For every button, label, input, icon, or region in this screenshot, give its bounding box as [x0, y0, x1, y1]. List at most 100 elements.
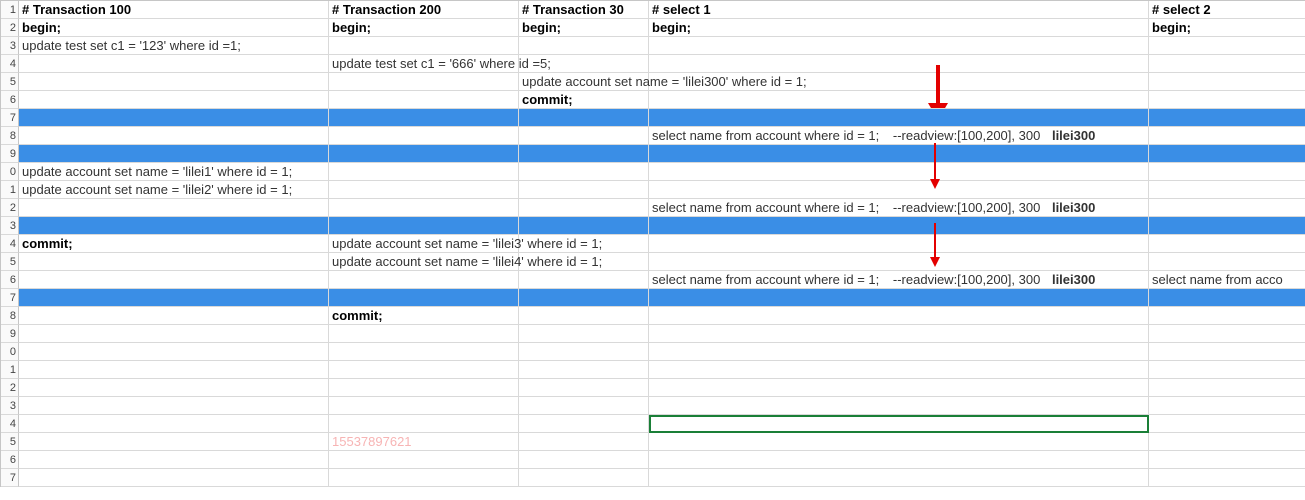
cell[interactable]	[19, 271, 329, 289]
cell[interactable]	[519, 163, 649, 181]
cell[interactable]	[1149, 163, 1305, 181]
cell[interactable]	[649, 91, 1149, 109]
cell[interactable]	[329, 361, 519, 379]
cell[interactable]	[519, 325, 649, 343]
cell[interactable]	[1149, 379, 1305, 397]
cell[interactable]	[19, 55, 329, 73]
cell[interactable]: begin;	[649, 19, 1149, 37]
cell[interactable]: select name from account where id = 1; -…	[649, 271, 1149, 289]
cell[interactable]	[519, 451, 649, 469]
cell[interactable]: update account set name = 'lilei1' where…	[19, 163, 329, 181]
cell[interactable]	[1149, 325, 1305, 343]
cell[interactable]	[329, 469, 519, 487]
cell-highlight[interactable]	[19, 289, 329, 307]
cell[interactable]	[649, 379, 1149, 397]
cell[interactable]	[649, 325, 1149, 343]
cell[interactable]	[19, 415, 329, 433]
cell[interactable]: commit;	[329, 307, 519, 325]
cell[interactable]: select name from acco	[1149, 271, 1305, 289]
cell[interactable]	[519, 361, 649, 379]
cell[interactable]	[649, 469, 1149, 487]
cell[interactable]	[519, 235, 649, 253]
cell[interactable]	[649, 451, 1149, 469]
cell-highlight[interactable]	[1149, 217, 1305, 235]
cell[interactable]	[329, 415, 519, 433]
cell[interactable]: begin;	[19, 19, 329, 37]
cell[interactable]: update account set name = 'lilei2' where…	[19, 181, 329, 199]
cell[interactable]	[1149, 127, 1305, 145]
cell-highlight[interactable]	[19, 217, 329, 235]
cell[interactable]: commit;	[19, 235, 329, 253]
cell[interactable]	[519, 307, 649, 325]
cell[interactable]	[649, 253, 1149, 271]
cell[interactable]: update test set c1 = '666' where id =5;	[329, 55, 519, 73]
cell[interactable]	[1149, 343, 1305, 361]
cell-highlight[interactable]	[649, 217, 1149, 235]
cell[interactable]	[519, 199, 649, 217]
cell[interactable]	[329, 379, 519, 397]
cell[interactable]	[1149, 307, 1305, 325]
cell[interactable]	[519, 343, 649, 361]
cell-highlight[interactable]	[329, 145, 519, 163]
cell-highlight[interactable]	[649, 289, 1149, 307]
cell-highlight[interactable]	[519, 109, 649, 127]
cell[interactable]	[1149, 397, 1305, 415]
cell[interactable]	[1149, 433, 1305, 451]
cell-highlight[interactable]	[1149, 145, 1305, 163]
cell[interactable]	[519, 379, 649, 397]
cell[interactable]	[1149, 415, 1305, 433]
cell[interactable]	[649, 235, 1149, 253]
cell-highlight[interactable]	[329, 289, 519, 307]
cell[interactable]	[1149, 55, 1305, 73]
cell[interactable]	[519, 127, 649, 145]
cell[interactable]	[649, 37, 1149, 55]
cell[interactable]	[519, 271, 649, 289]
cell[interactable]	[19, 397, 329, 415]
cell[interactable]	[519, 181, 649, 199]
cell[interactable]	[19, 127, 329, 145]
cell-highlight[interactable]	[1149, 289, 1305, 307]
cell[interactable]	[649, 163, 1149, 181]
cell-highlight[interactable]	[649, 145, 1149, 163]
cell[interactable]	[649, 181, 1149, 199]
cell[interactable]	[329, 199, 519, 217]
cell[interactable]	[1149, 451, 1305, 469]
cell[interactable]	[1149, 469, 1305, 487]
cell[interactable]	[1149, 37, 1305, 55]
cell[interactable]	[1149, 235, 1305, 253]
cell[interactable]	[19, 361, 329, 379]
cell[interactable]	[649, 397, 1149, 415]
cell[interactable]	[649, 343, 1149, 361]
cell[interactable]	[519, 253, 649, 271]
cell[interactable]	[19, 325, 329, 343]
cell-highlight[interactable]	[649, 109, 1149, 127]
cell[interactable]	[519, 415, 649, 433]
cell[interactable]	[1149, 199, 1305, 217]
cell[interactable]	[329, 37, 519, 55]
selected-cell[interactable]	[649, 415, 1149, 433]
cell[interactable]	[19, 307, 329, 325]
cell[interactable]	[329, 127, 519, 145]
cell[interactable]	[19, 433, 329, 451]
cell[interactable]: begin;	[1149, 19, 1305, 37]
cell[interactable]	[1149, 253, 1305, 271]
cell[interactable]: update account set name = 'lilei4' where…	[329, 253, 519, 271]
cell[interactable]	[329, 271, 519, 289]
cell[interactable]	[329, 397, 519, 415]
cell[interactable]: select name from account where id = 1; -…	[649, 127, 1149, 145]
cell[interactable]	[19, 469, 329, 487]
cell[interactable]	[649, 55, 1149, 73]
cell[interactable]	[19, 199, 329, 217]
cell[interactable]	[19, 343, 329, 361]
cell[interactable]	[19, 451, 329, 469]
cell[interactable]	[19, 73, 329, 91]
cell[interactable]	[1149, 181, 1305, 199]
cell[interactable]	[329, 343, 519, 361]
cell[interactable]	[1149, 73, 1305, 91]
cell-highlight[interactable]	[519, 145, 649, 163]
cell-highlight[interactable]	[19, 145, 329, 163]
cell[interactable]	[649, 73, 1149, 91]
cell[interactable]	[329, 181, 519, 199]
cell[interactable]	[519, 37, 649, 55]
cell[interactable]: begin;	[329, 19, 519, 37]
